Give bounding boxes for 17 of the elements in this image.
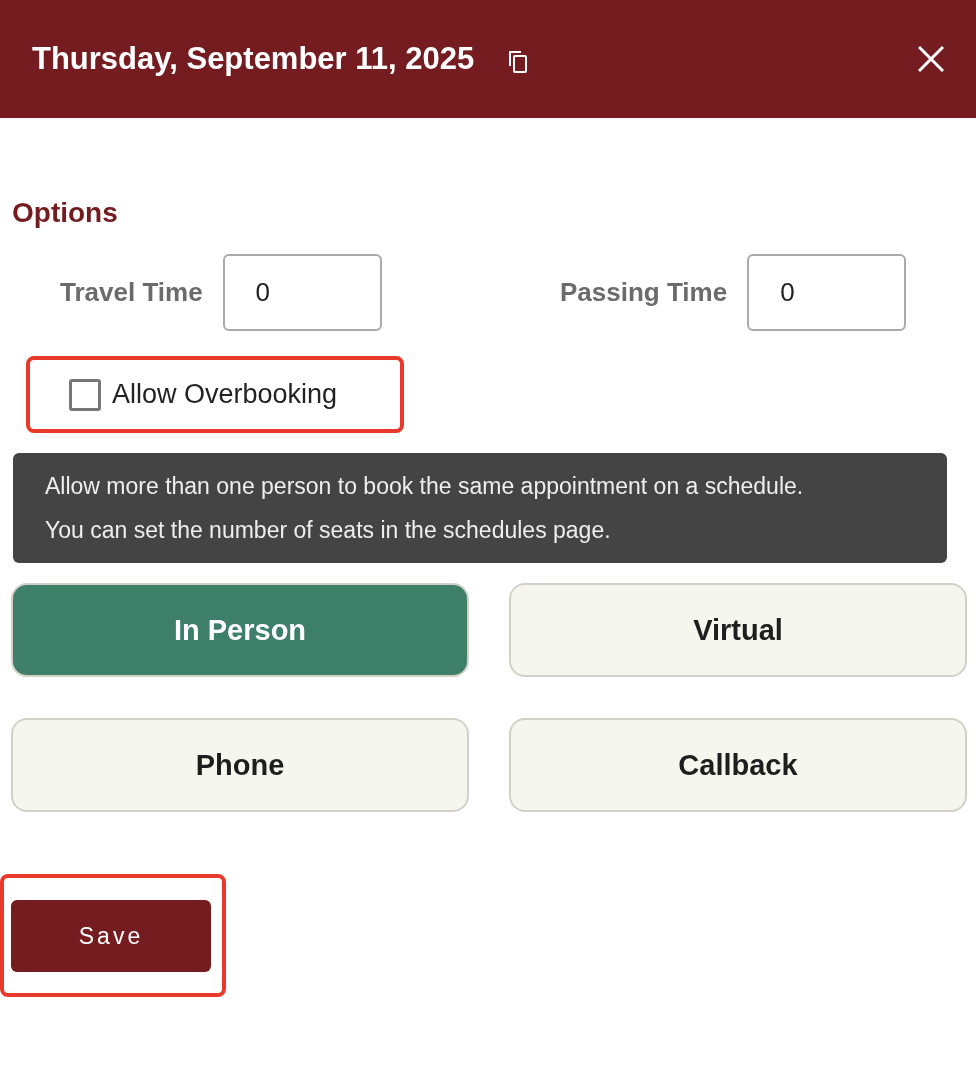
- save-button[interactable]: Save: [11, 900, 211, 972]
- mode-button[interactable]: In Person: [11, 583, 469, 677]
- number-field[interactable]: 0: [222, 254, 382, 331]
- mode-button[interactable]: Callback: [509, 718, 967, 812]
- number-field[interactable]: 0: [747, 254, 907, 331]
- section-heading: Options: [12, 196, 119, 230]
- checkbox-label[interactable]: Allow Overbooking: [112, 379, 338, 410]
- checkbox[interactable]: [69, 378, 101, 411]
- close-icon[interactable]: [918, 46, 944, 72]
- mode-button[interactable]: Phone: [11, 718, 469, 812]
- dialog-title: Thursday, September 11, 2025: [32, 41, 475, 77]
- tooltip-text: Allow more than one person to book the same appointment on a schedule.: [45, 472, 804, 501]
- copy-icon[interactable]: [508, 49, 529, 73]
- mode-button[interactable]: Virtual: [509, 583, 967, 677]
- field-label: Travel Time: [60, 277, 203, 308]
- field-label: Passing Time: [560, 277, 728, 308]
- tooltip-text: You can set the number of seats in the schedules page.: [45, 516, 611, 545]
